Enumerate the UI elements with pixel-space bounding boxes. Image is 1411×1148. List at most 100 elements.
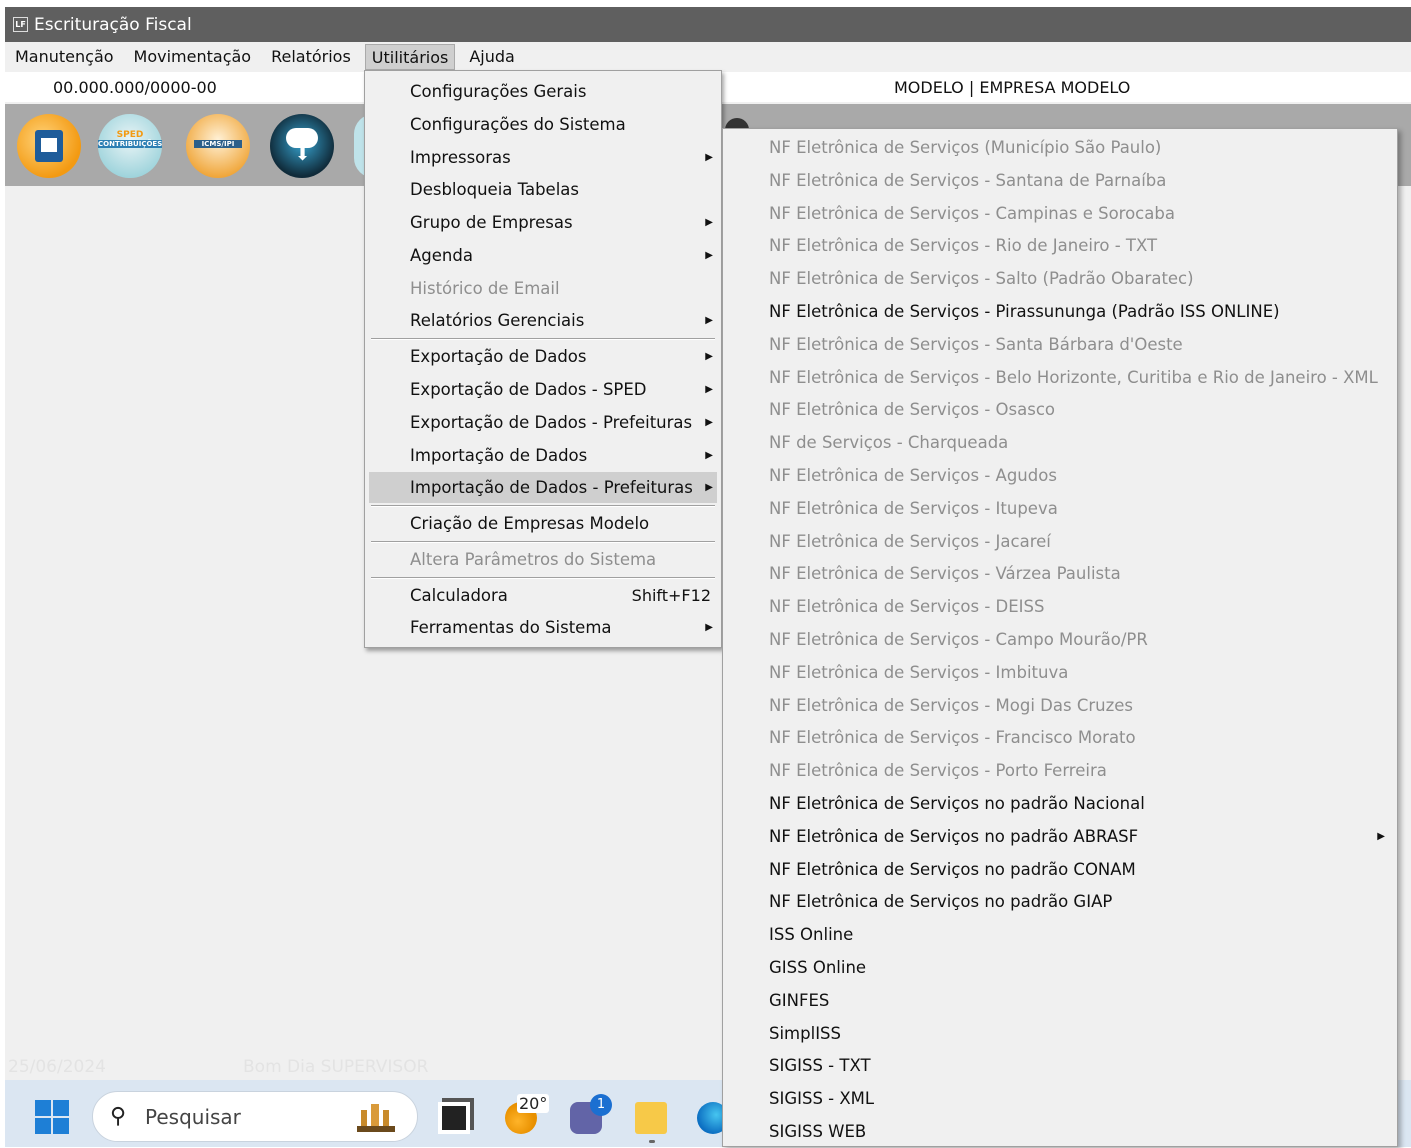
submenu-item-label: NF Eletrônica de Serviços - Várzea Pauli… (769, 564, 1121, 584)
menu-item-desbloqueia-tabelas[interactable]: Desbloqueia Tabelas (369, 174, 717, 205)
menu-separator (371, 505, 715, 507)
title-bar: LF Escrituração Fiscal (5, 7, 1411, 42)
submenu-item-label: NF Eletrônica de Serviços - Mogi Das Cru… (769, 695, 1133, 715)
teams-notification-badge: 1 (590, 1094, 612, 1116)
submenu-item[interactable]: NF Eletrônica de Serviços no padrão Naci… (723, 787, 1397, 820)
window-title: Escrituração Fiscal (34, 14, 192, 35)
submenu-item[interactable]: GINFES (723, 984, 1397, 1017)
submenu-item-label: NF Eletrônica de Serviços no padrão CONA… (769, 859, 1136, 879)
status-greeting: Bom Dia SUPERVISOR (243, 1057, 429, 1077)
menu-item-agenda[interactable]: Agenda ▶ (369, 240, 717, 271)
company-building-button[interactable] (17, 114, 81, 178)
submenu-item-label: NF Eletrônica de Serviços - Osasco (769, 400, 1055, 420)
submenu-item[interactable]: ISS Online (723, 918, 1397, 951)
submenu-item: NF Eletrônica de Serviços - Imbituva (723, 656, 1397, 689)
search-placeholder: Pesquisar (145, 1105, 241, 1129)
xml-download-button[interactable]: ⬇ (270, 114, 334, 178)
submenu-arrow-icon: ▶ (705, 417, 713, 428)
submenu-item-label: GINFES (769, 990, 830, 1010)
menu-manutencao[interactable]: Manutenção (9, 44, 120, 70)
submenu-item-label: NF Eletrônica de Serviços - DEISS (769, 597, 1045, 617)
submenu-item-label: NF Eletrônica de Serviços no padrão Naci… (769, 794, 1145, 813)
company-name: MODELO | EMPRESA MODELO (894, 78, 1131, 97)
menu-item-criacao-empresas-modelo[interactable]: Criação de Empresas Modelo (369, 508, 717, 539)
menu-item-historico-email: Histórico de Email (369, 273, 717, 304)
menu-item-label: Importação de Dados - Prefeituras (410, 478, 693, 497)
submenu-item-label: NF Eletrônica de Serviços - Jacareí (769, 531, 1051, 551)
menu-item-importacao-dados[interactable]: Importação de Dados ▶ (369, 440, 717, 471)
submenu-item[interactable]: NF Eletrônica de Serviços no padrão ABRA… (723, 820, 1397, 853)
submenu-item: NF Eletrônica de Serviços - Itupeva (723, 492, 1397, 525)
submenu-item: NF Eletrônica de Serviços - Várzea Pauli… (723, 557, 1397, 590)
menu-item-label: Exportação de Dados (410, 347, 587, 366)
menu-item-relatorios-gerenciais[interactable]: Relatórios Gerenciais ▶ (369, 305, 717, 336)
submenu-arrow-icon: ▶ (705, 315, 713, 326)
submenu-item: NF Eletrônica de Serviços - Rio de Janei… (723, 229, 1397, 262)
menu-item-configuracoes-gerais[interactable]: Configurações Gerais (369, 76, 717, 107)
submenu-item-label: NF Eletrônica de Serviços - Imbituva (769, 662, 1069, 682)
submenu-item[interactable]: NF Eletrônica de Serviços no padrão GIAP (723, 885, 1397, 918)
submenu-item-label: NF de Serviços - Charqueada (769, 433, 1009, 453)
submenu-item-label: NF Eletrônica de Serviços - Rio de Janei… (769, 236, 1158, 256)
menu-item-label: Grupo de Empresas (410, 213, 573, 232)
submenu-item-label: NF Eletrônica de Serviços no padrão GIAP (769, 892, 1113, 912)
menu-item-label: Relatórios Gerenciais (410, 311, 585, 330)
submenu-item[interactable]: SIGISS - TXT (723, 1049, 1397, 1082)
windows-start-icon[interactable] (35, 1100, 71, 1136)
company-cnpj: 00.000.000/0000-00 (53, 78, 217, 97)
submenu-item[interactable]: NF Eletrônica de Serviços - Pirassununga… (723, 295, 1397, 328)
importacao-prefeituras-submenu: NF Eletrônica de Serviços (Município São… (722, 128, 1398, 1147)
submenu-item[interactable]: SIGISS WEB (723, 1115, 1397, 1148)
menu-relatorios[interactable]: Relatórios (265, 44, 357, 70)
submenu-item: NF Eletrônica de Serviços - Campo Mourão… (723, 623, 1397, 656)
sped-contribuicoes-button[interactable]: SPED CONTRIBUIÇÕES (98, 114, 162, 178)
submenu-item-label: NF Eletrônica de Serviços - Santana de P… (769, 170, 1167, 190)
menu-item-ferramentas-sistema[interactable]: Ferramentas do Sistema ▶ (369, 612, 717, 643)
menu-item-label: Importação de Dados (410, 446, 588, 465)
submenu-arrow-icon: ▶ (705, 384, 713, 395)
app-icon: LF (13, 17, 28, 32)
menu-item-exportacao-dados[interactable]: Exportação de Dados ▶ (369, 341, 717, 372)
file-explorer-icon[interactable] (635, 1102, 667, 1134)
menu-item-label: Impressoras (410, 148, 511, 167)
submenu-item-label: NF Eletrônica de Serviços - Campo Mourão… (769, 630, 1148, 649)
task-view-icon[interactable] (438, 1102, 470, 1134)
submenu-arrow-icon: ▶ (705, 622, 713, 633)
menu-item-importacao-prefeituras[interactable]: Importação de Dados - Prefeituras ▶ (369, 472, 717, 503)
status-date: 25/06/2024 (8, 1057, 106, 1077)
submenu-item-label: NF Eletrônica de Serviços - Itupeva (769, 498, 1058, 518)
menu-item-label: Criação de Empresas Modelo (410, 514, 650, 533)
taskbar-search-box[interactable]: ⚲ Pesquisar (92, 1091, 418, 1142)
menu-ajuda[interactable]: Ajuda (463, 44, 521, 70)
submenu-item[interactable]: GISS Online (723, 951, 1397, 984)
menu-separator (371, 577, 715, 579)
menu-utilitarios[interactable]: Utilitários (364, 44, 456, 70)
submenu-arrow-icon: ▶ (705, 351, 713, 362)
menu-item-impressoras[interactable]: Impressoras ▶ (369, 142, 717, 173)
menu-movimentacao[interactable]: Movimentação (128, 44, 258, 70)
menu-item-configuracoes-sistema[interactable]: Configurações do Sistema (369, 109, 717, 140)
submenu-item[interactable]: SIGISS - XML (723, 1082, 1397, 1115)
submenu-item-label: SimplISS (769, 1023, 842, 1043)
submenu-item[interactable]: SimplISS (723, 1017, 1397, 1050)
submenu-item: NF Eletrônica de Serviços - Agudos (723, 459, 1397, 492)
menu-item-label: Calculadora (410, 586, 508, 605)
menu-item-grupo-empresas[interactable]: Grupo de Empresas ▶ (369, 207, 717, 238)
menu-bar: Manutenção Movimentação Relatórios Utili… (5, 42, 1411, 72)
submenu-item: NF Eletrônica de Serviços - Santana de P… (723, 164, 1397, 197)
submenu-item: NF Eletrônica de Serviços - DEISS (723, 590, 1397, 623)
submenu-item-label: GISS Online (769, 958, 867, 977)
menu-item-label: Ferramentas do Sistema (410, 618, 612, 637)
weather-temperature: 20° (517, 1094, 550, 1113)
submenu-item-label: NF Eletrônica de Serviços - Campinas e S… (769, 203, 1175, 223)
menu-item-label: Desbloqueia Tabelas (410, 180, 580, 199)
menu-separator (371, 541, 715, 543)
icms-ipi-button[interactable]: ICMS/IPI (186, 114, 250, 178)
submenu-item[interactable]: NF Eletrônica de Serviços no padrão CONA… (723, 853, 1397, 886)
running-indicator (649, 1140, 655, 1143)
menu-item-exportacao-sped[interactable]: Exportação de Dados - SPED ▶ (369, 374, 717, 405)
submenu-arrow-icon: ▶ (705, 250, 713, 261)
submenu-item: NF Eletrônica de Serviços - Osasco (723, 393, 1397, 426)
menu-item-exportacao-prefeituras[interactable]: Exportação de Dados - Prefeituras ▶ (369, 407, 717, 438)
menu-item-calculadora[interactable]: Calculadora Shift+F12 (369, 580, 717, 611)
